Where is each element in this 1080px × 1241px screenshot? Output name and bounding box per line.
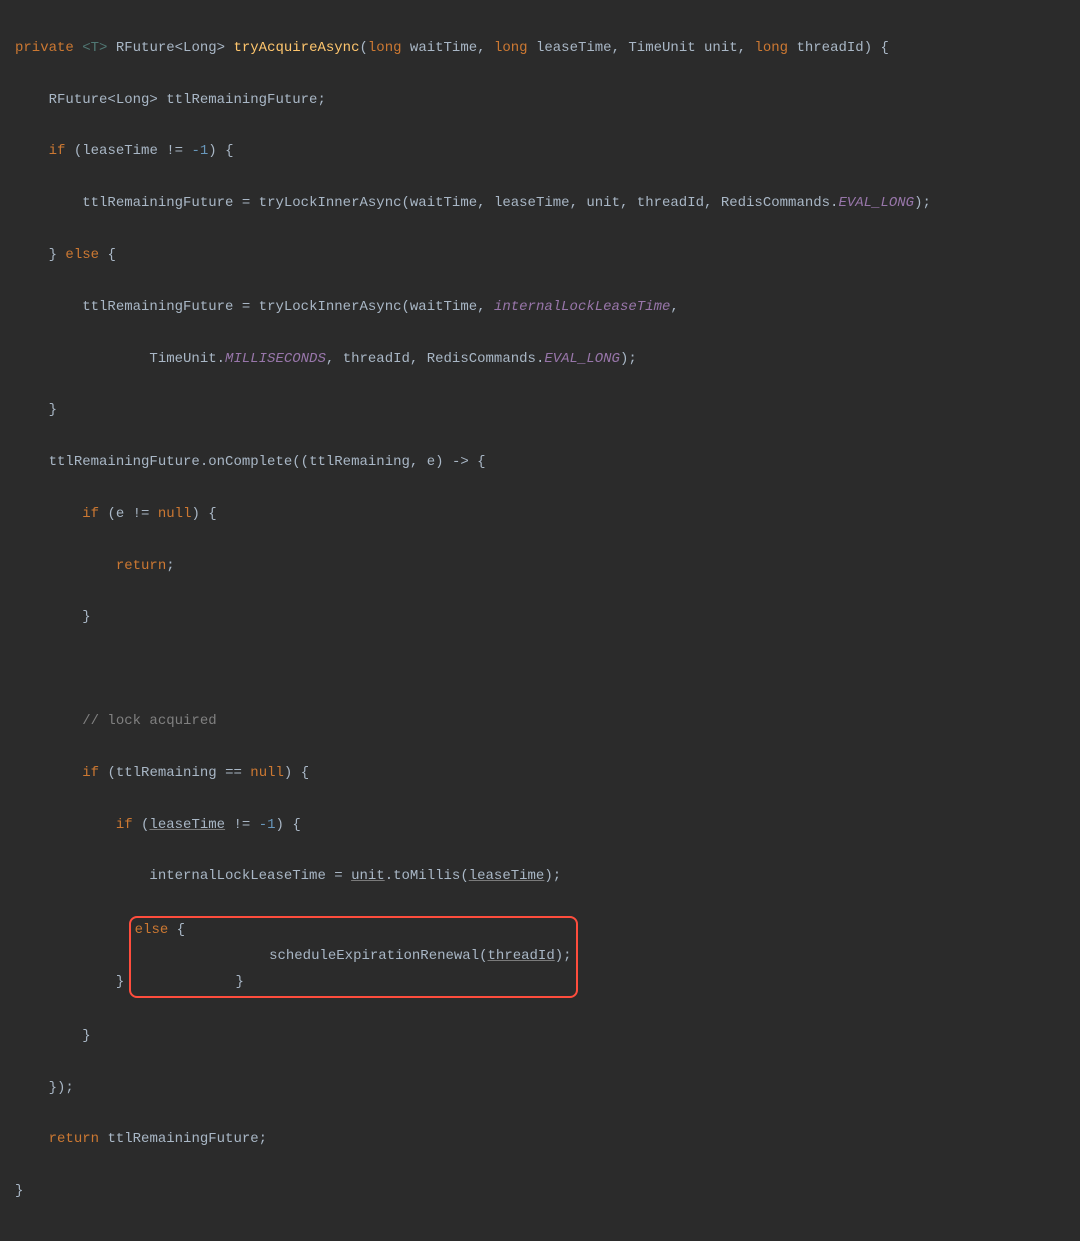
method-name: tryAcquireAsync	[233, 40, 359, 56]
code-line: ttlRemainingFuture = tryLockInnerAsync(w…	[15, 191, 1065, 217]
code-line: } else { scheduleExpirationRenewal(threa…	[15, 916, 1065, 998]
code-line: } else {	[15, 243, 1065, 269]
code-line: if (e != null) {	[15, 502, 1065, 528]
return-type: RFuture<Long>	[116, 40, 225, 56]
code-line: RFuture<Long> ttlRemainingFuture;	[15, 88, 1065, 114]
code-line: if (leaseTime != -1) {	[15, 139, 1065, 165]
code-block: private <T> RFuture<Long> tryAcquireAsyn…	[0, 10, 1080, 1231]
code-line: });	[15, 1076, 1065, 1102]
code-line: }	[15, 1179, 1065, 1205]
code-line: // lock acquired	[15, 709, 1065, 735]
code-line: }	[15, 1024, 1065, 1050]
highlight-annotation: else { scheduleExpirationRenewal(threadI…	[129, 916, 578, 998]
code-line: internalLockLeaseTime = unit.toMillis(le…	[15, 864, 1065, 890]
code-line: ttlRemainingFuture.onComplete((ttlRemain…	[15, 450, 1065, 476]
comment: // lock acquired	[82, 713, 216, 729]
code-line: ttlRemainingFuture = tryLockInnerAsync(w…	[15, 295, 1065, 321]
code-line	[15, 657, 1065, 683]
code-line: return;	[15, 554, 1065, 580]
code-line: return ttlRemainingFuture;	[15, 1127, 1065, 1153]
code-line: }	[15, 605, 1065, 631]
code-line: if (ttlRemaining == null) {	[15, 761, 1065, 787]
code-line: }	[15, 398, 1065, 424]
keyword-private: private	[15, 40, 74, 56]
code-line: if (leaseTime != -1) {	[15, 813, 1065, 839]
code-line: private <T> RFuture<Long> tryAcquireAsyn…	[15, 36, 1065, 62]
code-line: TimeUnit.MILLISECONDS, threadId, RedisCo…	[15, 347, 1065, 373]
generic-decl: <T>	[82, 40, 107, 56]
